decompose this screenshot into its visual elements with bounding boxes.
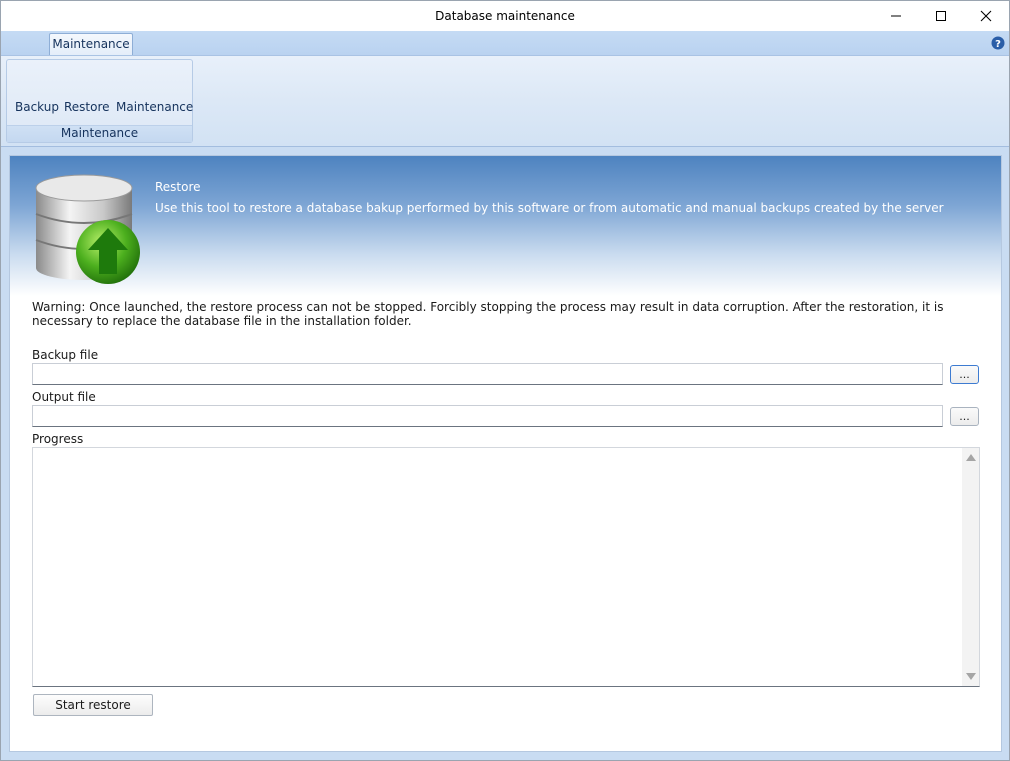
warning-text: Warning: Once launched, the restore proc… — [32, 300, 944, 328]
progress-label: Progress — [32, 432, 84, 446]
help-icon: ? — [991, 36, 1005, 50]
minimize-icon — [891, 15, 901, 17]
close-button[interactable] — [963, 1, 1009, 31]
ribbon-group-label: Maintenance — [7, 125, 192, 142]
output-file-input[interactable] — [32, 405, 943, 427]
restore-panel: Restore Use this tool to restore a datab… — [9, 155, 1002, 752]
progress-scrollbar[interactable] — [962, 448, 979, 686]
backup-file-label: Backup file — [32, 348, 99, 362]
database-restore-icon — [32, 170, 142, 291]
ribbon-tab-row: Maintenance — [1, 31, 1009, 56]
window-title: Database maintenance — [435, 9, 575, 23]
maximize-icon — [936, 11, 946, 21]
tab-maintenance[interactable]: Maintenance — [49, 33, 133, 56]
start-restore-button[interactable]: Start restore — [33, 694, 153, 716]
scroll-up-icon[interactable] — [966, 454, 976, 461]
svg-text:?: ? — [995, 39, 1001, 50]
ribbon-group-maintenance: Backup Restore Maintenance Maintenance — [6, 59, 193, 143]
backup-button[interactable]: Backup — [15, 98, 59, 116]
title-bar: Database maintenance — [1, 1, 1009, 31]
output-browse-button[interactable]: ... — [950, 407, 979, 426]
close-icon — [980, 10, 992, 22]
minimize-button[interactable] — [873, 1, 919, 31]
app-window: Database maintenance Maintenance ? Backu… — [0, 0, 1010, 761]
backup-browse-button[interactable]: ... — [950, 365, 979, 384]
scroll-down-icon[interactable] — [966, 673, 976, 680]
progress-log[interactable] — [32, 447, 980, 687]
banner-title: Restore — [155, 180, 201, 194]
restore-button[interactable]: Restore — [64, 98, 110, 116]
help-button[interactable]: ? — [991, 36, 1005, 53]
banner-description: Use this tool to restore a database baku… — [155, 201, 944, 215]
backup-file-input[interactable] — [32, 363, 943, 385]
ribbon-panel: Backup Restore Maintenance Maintenance — [1, 55, 1009, 147]
maintenance-button[interactable]: Maintenance — [116, 98, 193, 116]
maximize-button[interactable] — [918, 1, 964, 31]
output-file-label: Output file — [32, 390, 96, 404]
header-banner: Restore Use this tool to restore a datab… — [10, 156, 1001, 296]
